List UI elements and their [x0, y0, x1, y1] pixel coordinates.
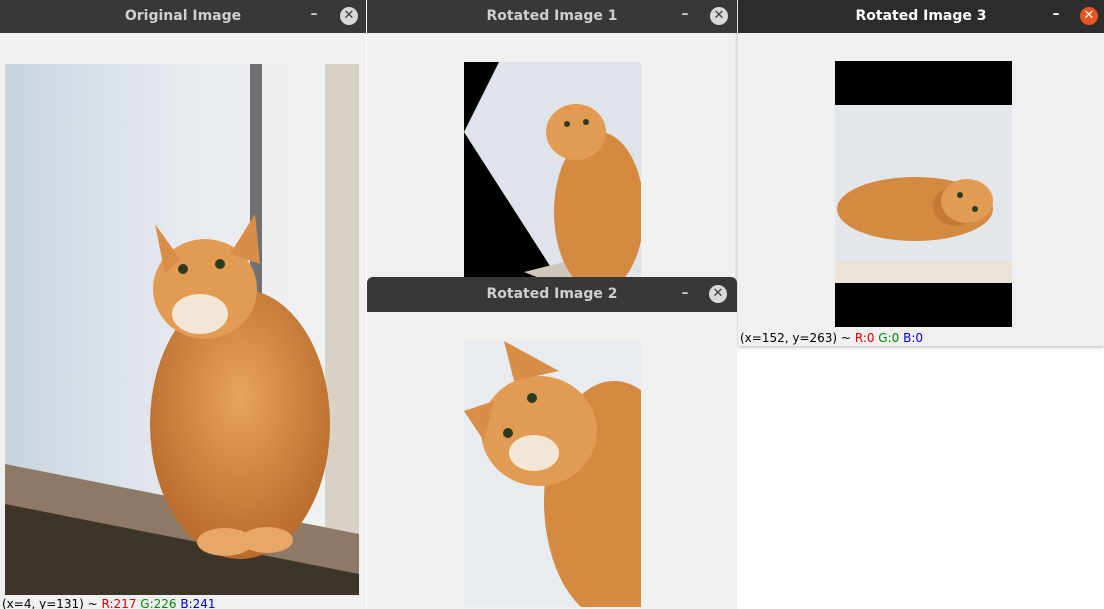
original-status-bar: (x=4, y=131) ~ R:217 G:226 B:241 — [2, 597, 216, 609]
rotated-1-cat-image[interactable] — [464, 62, 641, 280]
minimize-icon[interactable]: – — [680, 7, 690, 21]
original-image-window: Original Image – ✕ (x=4, y=131) ~ R:217 … — [0, 0, 366, 609]
rotated-image-1-window: Rotated Image 1 – ✕ — [367, 0, 737, 280]
rotated-3-cat-image[interactable] — [835, 61, 1012, 327]
original-cat-image[interactable] — [5, 64, 359, 595]
rotated-2-cat-image[interactable] — [464, 341, 641, 607]
minimize-icon[interactable]: – — [680, 286, 690, 300]
rotated-3-status-bar: (x=152, y=263) ~ R:0 G:0 B:0 — [740, 331, 923, 345]
rotated-3-title: Rotated Image 3 — [855, 8, 987, 24]
status-green: G:0 — [878, 331, 900, 345]
close-icon[interactable]: ✕ — [340, 7, 358, 25]
close-icon[interactable]: ✕ — [710, 7, 728, 25]
rotated-2-titlebar[interactable]: Rotated Image 2 – ✕ — [367, 277, 737, 312]
rotated-1-titlebar[interactable]: Rotated Image 1 – ✕ — [367, 0, 737, 33]
minimize-icon[interactable]: – — [1051, 7, 1061, 21]
rotated-image-2-window: Rotated Image 2 – ✕ — [367, 277, 737, 609]
status-blue: B:0 — [903, 331, 924, 345]
original-window-titlebar[interactable]: Original Image – ✕ — [0, 0, 366, 33]
close-icon[interactable]: ✕ — [709, 285, 727, 303]
minimize-icon[interactable]: – — [309, 7, 319, 21]
rotated-image-3-window: Rotated Image 3 – ✕ (x=152, y=263) ~ R:0… — [738, 0, 1104, 346]
close-icon[interactable]: ✕ — [1080, 7, 1098, 25]
rotated-3-titlebar[interactable]: Rotated Image 3 – ✕ — [738, 0, 1104, 33]
status-blue: B:241 — [180, 597, 216, 609]
status-coords: (x=4, y=131) ~ — [2, 597, 98, 609]
status-green: G:226 — [140, 597, 177, 609]
status-red: R:0 — [854, 331, 875, 345]
status-red: R:217 — [101, 597, 137, 609]
status-coords: (x=152, y=263) ~ — [740, 331, 851, 345]
